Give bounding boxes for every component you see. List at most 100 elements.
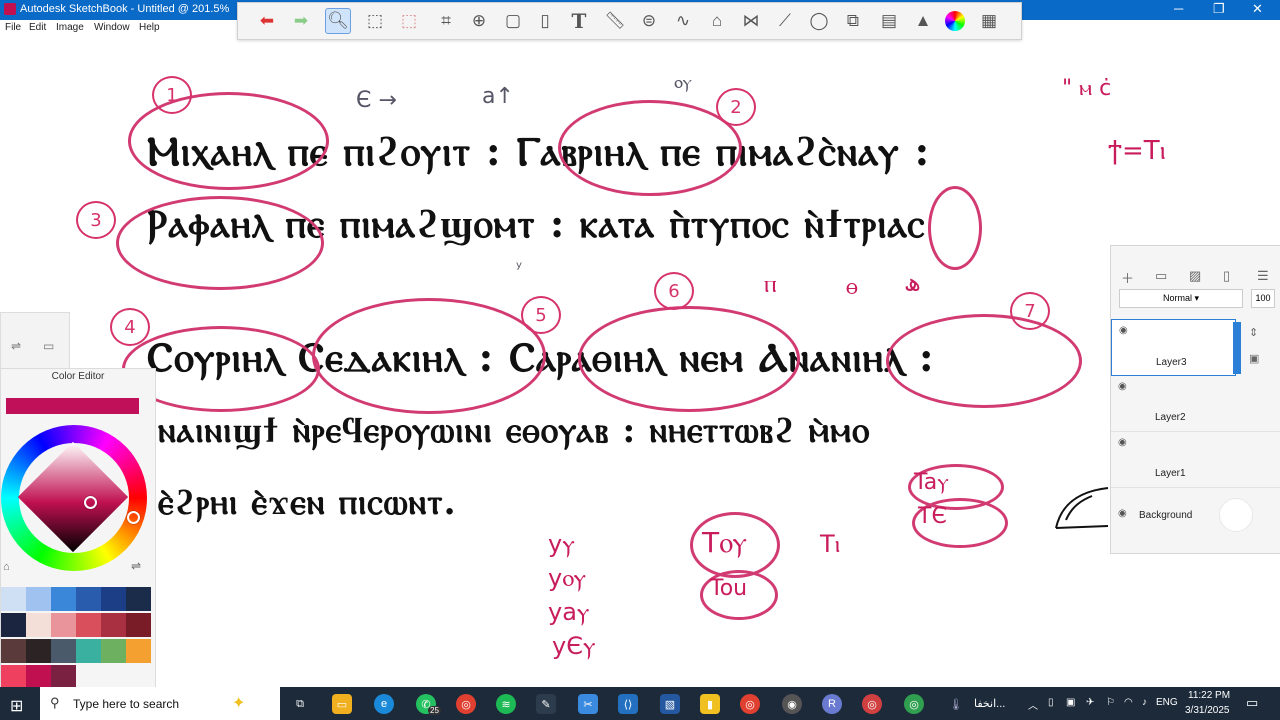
language-indicator[interactable]: ENG — [1156, 697, 1178, 708]
menu-window[interactable]: Window — [94, 22, 130, 33]
eye-icon[interactable]: ◉ — [1118, 437, 1127, 448]
layer-opacity[interactable]: 100 — [1251, 289, 1275, 308]
sv-knob[interactable] — [84, 496, 97, 509]
undo-icon[interactable]: ⬅ — [254, 8, 280, 34]
layer-item-background[interactable]: ◉ Background — [1111, 488, 1280, 543]
eye-icon[interactable]: ◉ — [1118, 508, 1127, 519]
minimize-button[interactable]: ─ — [1174, 1, 1183, 16]
select-icon[interactable]: ⬚ — [362, 8, 388, 34]
stroke-icon[interactable]: ⟋ — [772, 8, 798, 34]
palette-swatch[interactable] — [26, 613, 51, 637]
color-wheel[interactable] — [1, 425, 147, 571]
lasso-icon[interactable]: ⬚ — [396, 8, 422, 34]
weather-icon[interactable]: 🌡︎ — [946, 694, 966, 714]
copilot-sparkle-icon[interactable]: ✦ — [232, 693, 245, 713]
ellipse-guide-icon[interactable]: ⊜ — [636, 8, 662, 34]
add-image-icon[interactable]: ▨ — [1189, 268, 1201, 284]
network-icon[interactable]: ⚐ — [1106, 697, 1115, 708]
layer-item-layer3[interactable]: ◉ Layer3 — [1111, 319, 1236, 376]
blend-mode-select[interactable]: Normal ▾ — [1119, 289, 1243, 308]
menu-file[interactable]: File — [5, 22, 21, 33]
ellipse-icon[interactable]: ◯ — [806, 8, 832, 34]
text-icon[interactable]: T — [566, 8, 592, 34]
color-wheel-icon[interactable] — [942, 8, 968, 34]
fill-icon[interactable]: ▯ — [532, 8, 558, 34]
brush-library-icon[interactable]: ▲ — [910, 8, 936, 34]
chrome-icon[interactable]: ◎ — [456, 694, 476, 714]
obs-icon[interactable]: ◉ — [782, 694, 802, 714]
eye-icon[interactable]: ◉ — [1119, 325, 1128, 336]
drawing-canvas[interactable]: Ⲙⲓⲭⲁⲏⲗ ⲡⲉ ⲡⲓϩⲟⲩⲓⲧ : Ⲅⲁⲃⲣⲓⲏⲗ ⲡⲉ ⲡⲓⲙⲁϩⲥ̀ⲛⲁ… — [0, 36, 1280, 687]
edge-browser-icon[interactable]: e — [374, 694, 394, 714]
maximize-button[interactable]: ❐ — [1213, 1, 1225, 17]
add-layer-icon[interactable]: ＋ — [1121, 268, 1134, 287]
palette-grid-icon[interactable]: ▦ — [976, 8, 1002, 34]
palette-swatch[interactable] — [1, 587, 26, 611]
palette-swatch[interactable] — [51, 587, 76, 611]
hue-knob[interactable] — [127, 511, 140, 524]
symmetry-icon[interactable]: ⋈ — [738, 8, 764, 34]
eye-icon[interactable]: ◉ — [1118, 381, 1127, 392]
palette-swatch[interactable] — [126, 613, 151, 637]
brush-list-icon[interactable]: ▭ — [43, 339, 54, 353]
add-group-icon[interactable]: ▭ — [1155, 268, 1167, 284]
tray-app-icon-2[interactable]: ▣ — [1066, 697, 1075, 708]
palette-swatch[interactable] — [51, 639, 76, 663]
layer-menu-icon[interactable]: ☰ — [1257, 268, 1269, 284]
palette-swatch[interactable] — [76, 613, 101, 637]
sticky-app-icon[interactable]: ▮ — [700, 694, 720, 714]
snipping-tool-icon[interactable]: ✂ — [578, 694, 598, 714]
clear-layer-icon[interactable]: ▯ — [1223, 268, 1230, 284]
clock-date[interactable]: 3/31/2025 — [1185, 705, 1230, 716]
transform-icon[interactable]: ⊕ — [466, 8, 492, 34]
menu-help[interactable]: Help — [139, 22, 160, 33]
layer-editor-icon[interactable]: ▤ — [876, 8, 902, 34]
palette-swatch[interactable] — [51, 665, 76, 689]
tray-app-icon-3[interactable]: ✈ — [1086, 697, 1094, 708]
palette-swatch[interactable] — [101, 639, 126, 663]
palette-swatch[interactable] — [26, 665, 51, 689]
python-ide-icon[interactable]: ▧ — [660, 694, 680, 714]
menu-edit[interactable]: Edit — [29, 22, 46, 33]
layer-item-layer1[interactable]: ◉ Layer1 — [1111, 432, 1280, 488]
clock-time[interactable]: 11:22 PM — [1188, 690, 1230, 701]
palette-swatch[interactable] — [1, 639, 26, 663]
sliders-icon[interactable]: ⇌ — [11, 339, 21, 353]
palette-swatch[interactable] — [101, 613, 126, 637]
palette-swatch[interactable] — [126, 639, 151, 663]
task-view-icon[interactable]: ⧉ — [290, 694, 310, 714]
eyedropper-icon[interactable]: ⌂ — [3, 561, 10, 573]
ruler-icon[interactable]: 📏︎ — [602, 8, 628, 34]
tray-app-icon[interactable]: ▯ — [1048, 697, 1054, 708]
palette-swatch[interactable] — [76, 639, 101, 663]
windows-start-icon[interactable]: ⊞ — [10, 696, 23, 716]
layer-move-icon[interactable]: ⇕ — [1249, 326, 1258, 339]
wifi-icon[interactable]: ◠ — [1124, 697, 1133, 708]
layer-item-layer2[interactable]: ◉ Layer2 — [1111, 376, 1280, 432]
chrome-green-icon[interactable]: ◎ — [904, 694, 924, 714]
palette-swatch[interactable] — [101, 587, 126, 611]
palette-swatch[interactable] — [1, 613, 26, 637]
palette-swatch[interactable] — [51, 613, 76, 637]
distort-icon[interactable]: ▢ — [500, 8, 526, 34]
weather-text[interactable]: انخفا... — [974, 697, 1005, 710]
palette-swatch[interactable] — [76, 587, 101, 611]
zoom-icon[interactable]: 🔍︎ — [325, 8, 351, 34]
sketchbook-taskbar-icon[interactable]: ✎ — [536, 694, 556, 714]
spotify-icon[interactable]: ≋ — [496, 694, 516, 714]
copy-icon[interactable]: ⧉ — [840, 8, 866, 34]
background-color-swatch[interactable] — [1219, 498, 1253, 532]
vscode-icon[interactable]: ⟨⟩ — [618, 694, 638, 714]
volume-icon[interactable]: ♪ — [1142, 697, 1147, 708]
chrome-alt-icon[interactable]: ◎ — [862, 694, 882, 714]
palette-swatch[interactable] — [26, 587, 51, 611]
perspective-icon[interactable]: ⌂ — [704, 8, 730, 34]
palette-swatch[interactable] — [26, 639, 51, 663]
menu-image[interactable]: Image — [56, 22, 84, 33]
notification-icon[interactable]: ▭ — [1246, 695, 1258, 711]
r-app-icon[interactable]: R — [822, 694, 842, 714]
layer-opacity-slider[interactable] — [1233, 322, 1241, 374]
palette-swatch[interactable] — [1, 665, 26, 689]
palette-swatch[interactable] — [126, 587, 151, 611]
curve-icon[interactable]: ∿ — [670, 8, 696, 34]
